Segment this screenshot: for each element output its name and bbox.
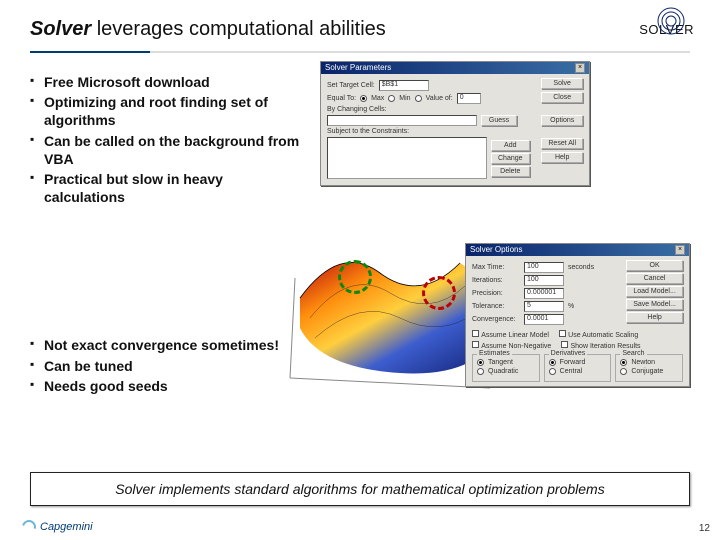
dialog-body: Set Target Cell: $B$1 Equal To: Max Min … [321,74,589,185]
reset-button[interactable]: Reset All [541,138,583,149]
show-iter-checkbox[interactable] [561,341,568,348]
tolerance-input[interactable]: 5 [524,301,564,312]
cancel-button[interactable]: Cancel [626,273,683,284]
capgemini-swoosh-icon [19,517,38,536]
footer-logo: Capgemini [22,520,93,534]
dialog-title: Solver Parameters [325,63,391,73]
delete-button[interactable]: Delete [491,166,530,177]
convergence-input[interactable]: 0.0001 [524,314,564,325]
iterations-input[interactable]: 100 [524,275,564,286]
label-equal: Equal To: [327,95,356,102]
add-button[interactable]: Add [491,140,530,151]
changing-cells-input[interactable] [327,115,477,126]
seed-marker-green [338,260,372,294]
target-cell-input[interactable]: $B$1 [379,80,429,91]
guess-button[interactable]: Guess [481,115,517,126]
label-target: Set Target Cell: [327,82,375,89]
options-button[interactable]: Options [541,115,583,126]
bullet-list-top: Free Microsoft download Optimizing and r… [30,73,300,206]
solver-parameters-dialog: Solver Parameters × Set Target Cell: $B$… [320,61,590,186]
radio-tangent[interactable] [477,359,484,366]
list-item: Not exact convergence sometimes! [30,336,300,354]
dialog-titlebar: Solver Parameters × [321,62,589,74]
bullet-list-bottom: Not exact convergence sometimes! Can be … [30,336,300,395]
list-item: Practical but slow in heavy calculations [30,170,300,206]
radio-quadratic[interactable] [477,368,484,375]
constraints-listbox[interactable] [327,137,487,179]
radio-newton[interactable] [620,359,627,366]
dialog-title: Solver Options [470,245,522,255]
list-item: Can be called on the background from VBA [30,132,300,168]
radio-conjugate[interactable] [620,368,627,375]
radio-central[interactable] [549,368,556,375]
precision-input[interactable]: 0.000001 [524,288,564,299]
radio-max[interactable] [360,95,367,102]
close-icon[interactable]: × [675,245,685,255]
load-model-button[interactable]: Load Model... [626,286,683,297]
list-item: Can be tuned [30,357,300,375]
assume-linear-checkbox[interactable] [472,330,479,337]
title-rest: leverages computational abilities [91,18,386,40]
label-subject: Subject to the Constraints: [327,128,409,135]
solver-ring-icon [656,6,686,36]
nonneg-checkbox[interactable] [472,341,479,348]
summary-statement: Solver implements standard algorithms fo… [30,472,690,506]
help-button[interactable]: Help [541,152,583,163]
list-item: Optimizing and root finding set of algor… [30,93,300,129]
slide-title: Solver leverages computational abilities [30,18,386,41]
radio-value[interactable] [415,95,422,102]
title-emphasis: Solver [30,18,91,40]
list-item: Free Microsoft download [30,73,300,91]
dialog-titlebar: Solver Options × [466,244,689,256]
close-button[interactable]: Close [541,92,583,103]
value-input[interactable]: 0 [457,93,481,104]
label-changing: By Changing Cells: [327,106,387,113]
solve-button[interactable]: Solve [541,78,583,89]
seed-marker-red [422,276,456,310]
ok-button[interactable]: OK [626,260,683,271]
help-button[interactable]: Help [626,312,683,323]
slide-header: Solver leverages computational abilities… [0,0,720,49]
save-model-button[interactable]: Save Model... [626,299,683,310]
solver-options-dialog: Solver Options × Max Time:100seconds Ite… [465,243,690,387]
slide-body: Free Microsoft download Optimizing and r… [0,53,720,443]
footer-brand: Capgemini [40,521,93,533]
auto-scaling-checkbox[interactable] [559,330,566,337]
radio-min[interactable] [388,95,395,102]
dialog-body: Max Time:100seconds Iterations:100 Preci… [466,256,689,386]
page-number: 12 [699,523,710,534]
visual-column: Solver Parameters × Set Target Cell: $B$… [310,73,700,443]
max-time-input[interactable]: 100 [524,262,564,273]
list-item: Needs good seeds [30,377,300,395]
text-column: Free Microsoft download Optimizing and r… [30,73,300,443]
change-button[interactable]: Change [491,153,530,164]
radio-forward[interactable] [549,359,556,366]
close-icon[interactable]: × [575,63,585,73]
